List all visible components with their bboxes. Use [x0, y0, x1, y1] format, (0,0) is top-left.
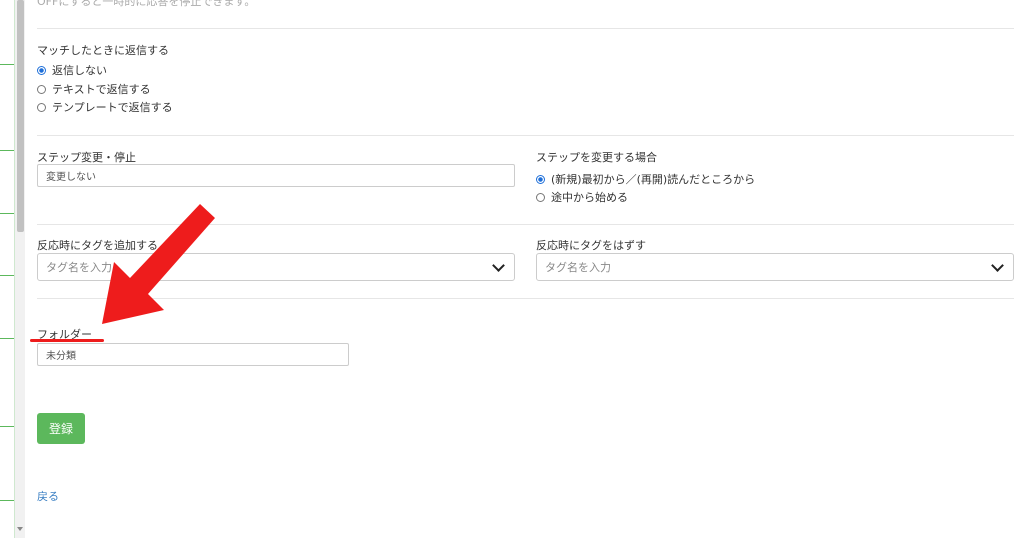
rail-tick: [0, 275, 14, 276]
chevron-down-icon[interactable]: [991, 258, 1004, 272]
folder-select[interactable]: 未分類: [37, 343, 349, 366]
step-label: ステップ変更・停止: [37, 151, 136, 164]
reply-option-none[interactable]: 返信しない: [37, 62, 107, 78]
radio[interactable]: [37, 102, 46, 112]
rail-tick: [0, 64, 14, 65]
tag-remove-select[interactable]: タグ名を入力: [536, 253, 1014, 281]
annotation-underline: [30, 339, 104, 342]
reply-option-label: テンプレートで返信する: [52, 101, 173, 114]
radio-selected[interactable]: [536, 174, 545, 184]
submit-button[interactable]: 登録: [37, 413, 85, 444]
scrollbar-thumb[interactable]: [17, 0, 24, 232]
header-note: OFFにすると一時的に応答を停止できます。: [37, 0, 256, 8]
divider: [37, 135, 1014, 136]
step-mode-option-label: (新規)最初から／(再開)読んだところから: [551, 173, 756, 186]
chevron-down-icon[interactable]: [492, 258, 505, 272]
step-mode-option-middle[interactable]: 途中から始める: [536, 189, 628, 205]
reply-option-template[interactable]: テンプレートで返信する: [37, 99, 173, 115]
rail-tick: [0, 426, 14, 427]
reply-option-label: 返信しない: [52, 64, 107, 77]
radio[interactable]: [536, 192, 545, 202]
step-mode-option-label: 途中から始める: [551, 191, 628, 204]
reply-option-text[interactable]: テキストで返信する: [37, 81, 151, 97]
rail-tick: [0, 213, 14, 214]
tag-remove-placeholder: タグ名を入力: [545, 261, 611, 274]
red-arrow-icon: [102, 204, 215, 324]
rail-tick: [0, 150, 14, 151]
step-mode-option-restart[interactable]: (新規)最初から／(再開)読んだところから: [536, 171, 755, 187]
reply-label: マッチしたときに返信する: [37, 44, 169, 57]
radio-selected[interactable]: [37, 65, 46, 75]
step-select[interactable]: 変更しない: [37, 164, 515, 187]
rail-tick: [0, 500, 14, 501]
back-link[interactable]: 戻る: [37, 488, 59, 504]
divider: [37, 28, 1014, 29]
step-mode-label: ステップを変更する場合: [536, 151, 657, 164]
tag-remove-label: 反応時にタグをはずす: [536, 239, 646, 252]
reply-option-label: テキストで返信する: [52, 83, 151, 96]
rail-tick: [0, 338, 14, 339]
folder-select-value: 未分類: [46, 351, 76, 362]
step-select-value: 変更しない: [46, 172, 96, 183]
scroll-down-icon[interactable]: [17, 527, 23, 531]
radio[interactable]: [37, 84, 46, 94]
